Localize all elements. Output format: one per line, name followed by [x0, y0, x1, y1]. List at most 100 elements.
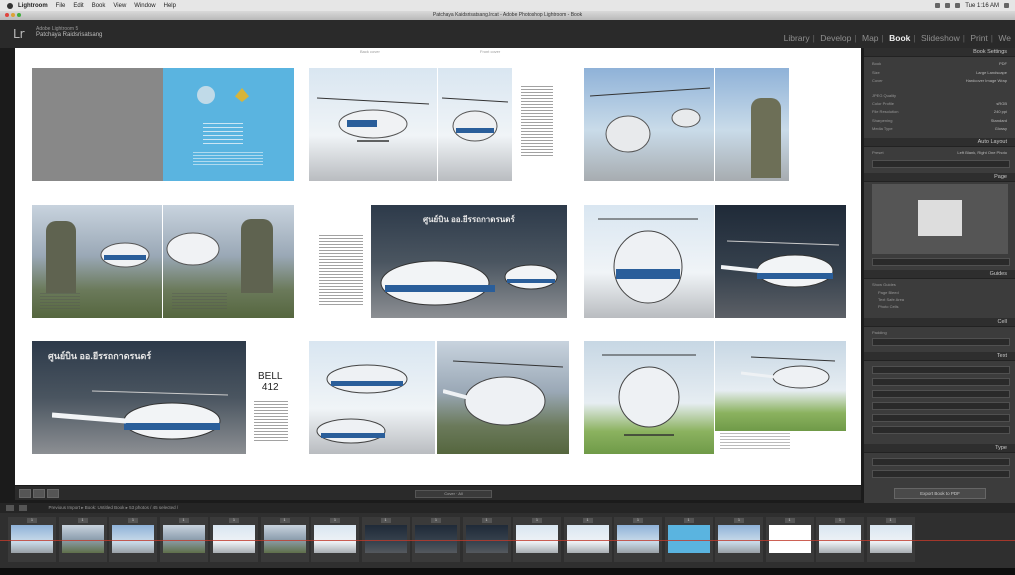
page-photo-two-helicopters[interactable]	[584, 68, 714, 181]
padding-slider[interactable]	[872, 338, 1010, 346]
book-type-select[interactable]: PDF	[999, 61, 1007, 66]
volume-icon[interactable]	[955, 3, 961, 8]
spread-view-button[interactable]	[33, 489, 45, 498]
export-book-to-pdf-button[interactable]: Export Book to PDF	[894, 488, 986, 499]
page-photo-helicopter-front-closeup[interactable]	[584, 205, 714, 318]
size-select[interactable]: Large Landscape	[976, 70, 1007, 75]
minimize-window-icon[interactable]	[11, 13, 15, 17]
text-option-row[interactable]	[872, 366, 1010, 374]
helicopter-photo	[443, 360, 564, 426]
type-option-row[interactable]	[872, 470, 1010, 478]
show-guides-checkbox[interactable]: Show Guides	[872, 282, 896, 287]
page-photo-helicopter-landing[interactable]	[715, 341, 846, 431]
menu-app-lightroom[interactable]: Lightroom	[18, 3, 48, 9]
cell-panel-header[interactable]: Cell	[864, 318, 1015, 327]
page-photo-pilot-with-helicopter[interactable]	[715, 68, 789, 181]
type-panel-header[interactable]: Type	[864, 444, 1015, 453]
multi-page-view-button[interactable]	[19, 489, 31, 498]
usage-count-badge: 1	[77, 518, 88, 523]
auto-layout-buttons[interactable]	[872, 160, 1010, 168]
preset-select[interactable]: Left Blank, Right One Photo	[957, 150, 1007, 155]
spread-pages-6-7[interactable]	[32, 205, 294, 318]
page-photo-helicopter-side[interactable]	[715, 205, 846, 318]
module-book[interactable]: Book	[889, 33, 910, 43]
wifi-icon[interactable]	[935, 3, 941, 8]
text-panel-header[interactable]: Text	[864, 352, 1015, 361]
battery-icon[interactable]	[945, 3, 951, 8]
add-page-controls[interactable]	[872, 258, 1010, 266]
wings-emblem	[235, 88, 249, 102]
page-panel-header[interactable]: Page	[864, 173, 1015, 182]
menu-book[interactable]: Book	[92, 3, 106, 9]
sharpening-select[interactable]: Standard	[991, 118, 1007, 123]
color-profile-select[interactable]: sRGB	[996, 101, 1007, 106]
page-photo-helicopter-mountains[interactable]	[437, 341, 569, 454]
page-photo-bell-412-hangar[interactable]: ศูนย์บิน ออ.ยีรรถกาดรนดร์	[32, 341, 246, 454]
media-type-select[interactable]: Glossy	[995, 126, 1007, 131]
book-settings-panel-header[interactable]: Book Settings	[864, 48, 1015, 57]
lightroom-logo: Lr	[13, 27, 25, 41]
page-photo-helicopter-hover[interactable]	[584, 341, 714, 454]
filmstrip-scanline	[0, 540, 1015, 541]
menubar-clock[interactable]: Tue 1:16 AM	[965, 3, 999, 9]
page-bleed-checkbox[interactable]: Page Bleed	[878, 290, 899, 295]
module-slideshow[interactable]: Slideshow	[921, 33, 960, 43]
text-option-row[interactable]	[872, 414, 1010, 422]
spotlight-search-icon[interactable]	[1004, 3, 1009, 8]
text-safe-area-checkbox[interactable]: Text Safe Area	[878, 297, 904, 302]
file-resolution-input[interactable]: 240 ppi	[994, 109, 1007, 114]
spread-pages-16-17[interactable]	[584, 341, 846, 454]
guides-panel-header[interactable]: Guides	[864, 270, 1015, 279]
text-option-row[interactable]	[872, 402, 1010, 410]
page-photo-hangar-helicopters[interactable]: ศูนย์บิน ออ.ยีรรถกาดรนดร์	[371, 205, 567, 318]
usage-count-badge: 1	[279, 518, 290, 523]
front-cover-page[interactable]	[163, 68, 294, 181]
module-print[interactable]: Print	[970, 33, 987, 43]
module-develop[interactable]: Develop	[820, 33, 851, 43]
spread-pages-8-9[interactable]: ศูนย์บิน ออ.ยีรรถกาดรนดร์	[309, 205, 569, 318]
text-option-row[interactable]	[872, 390, 1010, 398]
page-photo-helicopter-front[interactable]	[438, 68, 512, 181]
module-map[interactable]: Map	[862, 33, 879, 43]
auto-layout-panel-header[interactable]: Auto Layout	[864, 138, 1015, 147]
spread-pages-12-13[interactable]: ศูนย์บิน ออ.ยีรรถกาดรนดร์ BELL 412	[32, 341, 294, 454]
close-window-icon[interactable]	[5, 13, 9, 17]
menu-file[interactable]: File	[56, 3, 66, 9]
menu-view[interactable]: View	[113, 3, 126, 9]
bell-title: BELL	[258, 371, 283, 382]
type-option-row[interactable]	[872, 458, 1010, 466]
apple-icon[interactable]	[7, 2, 13, 9]
zoom-select[interactable]: Cover · All	[415, 490, 492, 498]
module-library[interactable]: Library	[784, 33, 810, 43]
second-window-icon[interactable]	[6, 504, 14, 511]
module-separator: |	[913, 33, 916, 43]
filmstrip-source-path[interactable]: Previous Import ▸ Book: Untitled Book ▸ …	[49, 505, 179, 510]
page-layout-thumbnail[interactable]	[918, 200, 962, 236]
cover-select[interactable]: Hardcover Image Wrap	[966, 78, 1007, 83]
zoom-window-icon[interactable]	[17, 13, 21, 17]
single-page-view-button[interactable]	[47, 489, 59, 498]
grid-view-icon[interactable]	[19, 504, 28, 511]
menu-window[interactable]: Window	[134, 3, 155, 9]
menu-edit[interactable]: Edit	[73, 3, 83, 9]
back-cover-page[interactable]	[32, 68, 163, 181]
page-text-block	[521, 86, 553, 158]
module-web[interactable]: We	[998, 33, 1011, 43]
text-option-row[interactable]	[872, 426, 1010, 434]
usage-count-badge: 1	[481, 518, 492, 523]
spread-pages-14-15[interactable]	[309, 341, 569, 454]
cover-spread[interactable]	[32, 68, 294, 181]
cover-title-text	[203, 123, 243, 145]
page-photo-two-helicopters-stacked[interactable]	[309, 341, 435, 454]
book-multipage-canvas[interactable]: Back cover Front cover ศูนย์บิน ออ.ยีรรถ…	[15, 48, 861, 485]
usage-count-badge: 1	[633, 518, 643, 523]
spread-pages-10-11[interactable]	[584, 205, 846, 318]
text-option-row[interactable]	[872, 378, 1010, 386]
photo-cells-checkbox[interactable]: Photo Cells	[878, 304, 898, 309]
spread-pages-2-3[interactable]	[309, 68, 569, 181]
menu-help[interactable]: Help	[164, 3, 176, 9]
window-controls	[5, 13, 21, 17]
filmstrip-source-bar: Previous Import ▸ Book: Untitled Book ▸ …	[0, 503, 1015, 513]
spread-pages-4-5[interactable]	[584, 68, 846, 181]
page-photo-helicopter-flying[interactable]	[309, 68, 437, 181]
